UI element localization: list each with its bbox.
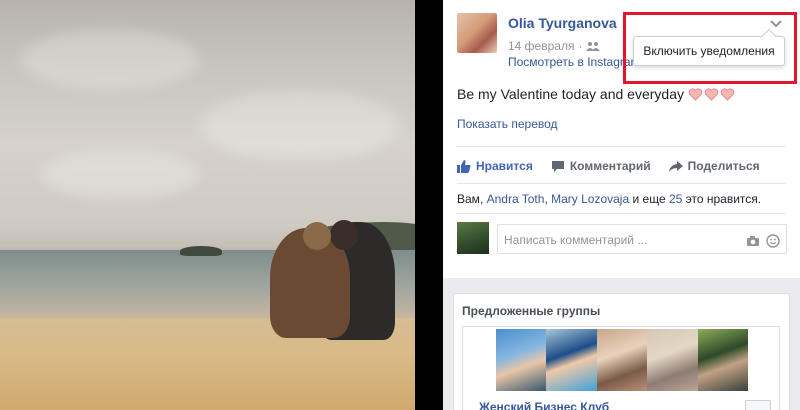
view-in-instagram-link[interactable]: Посмотреть в Instagram [508,55,641,69]
like-button[interactable]: Нравится [457,157,533,175]
liker-link[interactable]: Andra Toth [487,192,545,206]
post-text: Be my Valentine today and everyday [457,86,735,102]
group-photo [697,329,749,391]
post-photo[interactable] [0,0,415,410]
share-icon [668,161,683,172]
divider [457,213,786,214]
comment-button[interactable]: Комментарий [551,157,651,175]
comment-tools [746,234,780,248]
comment-input[interactable]: Написать комментарий ... [497,224,787,254]
post-panel: Olia Tyurganova 14 февраля · Посмотреть … [443,0,800,410]
meta-dot: · [578,39,583,53]
thumbs-up-icon [457,160,471,173]
show-translation-link[interactable]: Показать перевод [457,117,558,131]
highlight-box [623,12,797,84]
photo-head-left [303,222,331,250]
likes-count-link[interactable]: 25 [669,192,682,206]
divider [457,183,786,184]
like-label: Нравится [476,159,533,173]
likes-sep: , [479,192,487,206]
comment-label: Комментарий [569,159,651,173]
suggested-groups-card: Предложенные группы Женский Бизнес Клуб [453,293,790,410]
post-meta: 14 февраля · [508,39,601,53]
friends-icon[interactable] [586,41,601,51]
smiley-icon[interactable] [766,234,780,248]
group-photo [546,329,597,391]
comment-icon [551,161,564,172]
suggested-group-item[interactable]: Женский Бизнес Клуб [462,326,780,410]
comment-composer: Написать комментарий ... [457,222,787,256]
photo-head-right [330,220,358,250]
photo-separator [415,0,443,410]
comment-placeholder: Написать комментарий ... [504,233,648,247]
group-photo [596,329,648,391]
viewer-avatar [457,222,489,254]
post-message: Be my Valentine today and everyday [457,86,684,102]
suggested-groups-title: Предложенные группы [462,304,601,318]
group-photos [496,329,749,391]
post-actions: Нравится Комментарий Поделиться [457,157,787,175]
author-name[interactable]: Olia Tyurganova [508,15,617,31]
heart-icon [704,87,719,101]
share-button[interactable]: Поделиться [668,157,760,175]
heart-icon [720,87,735,101]
divider [457,146,786,147]
share-label: Поделиться [687,159,760,173]
group-name-link[interactable]: Женский Бизнес Клуб [479,400,609,410]
likes-and-more: и еще [629,192,669,206]
camera-icon[interactable] [746,234,760,248]
photo-island [180,246,222,256]
likes-suffix: это нравится. [682,192,762,206]
post-date[interactable]: 14 февраля [508,39,574,53]
author-avatar[interactable] [457,13,497,53]
likes-summary: Вам, Andra Toth, Mary Lozovaja и еще 25 … [457,192,761,206]
group-photo [647,329,698,391]
liker-link[interactable]: Mary Lozovaja [551,192,629,206]
hearts-emoji [688,87,735,102]
heart-icon [688,87,703,101]
likes-you: Вам [457,192,480,206]
group-photo [496,329,547,391]
join-group-button[interactable] [745,400,771,410]
